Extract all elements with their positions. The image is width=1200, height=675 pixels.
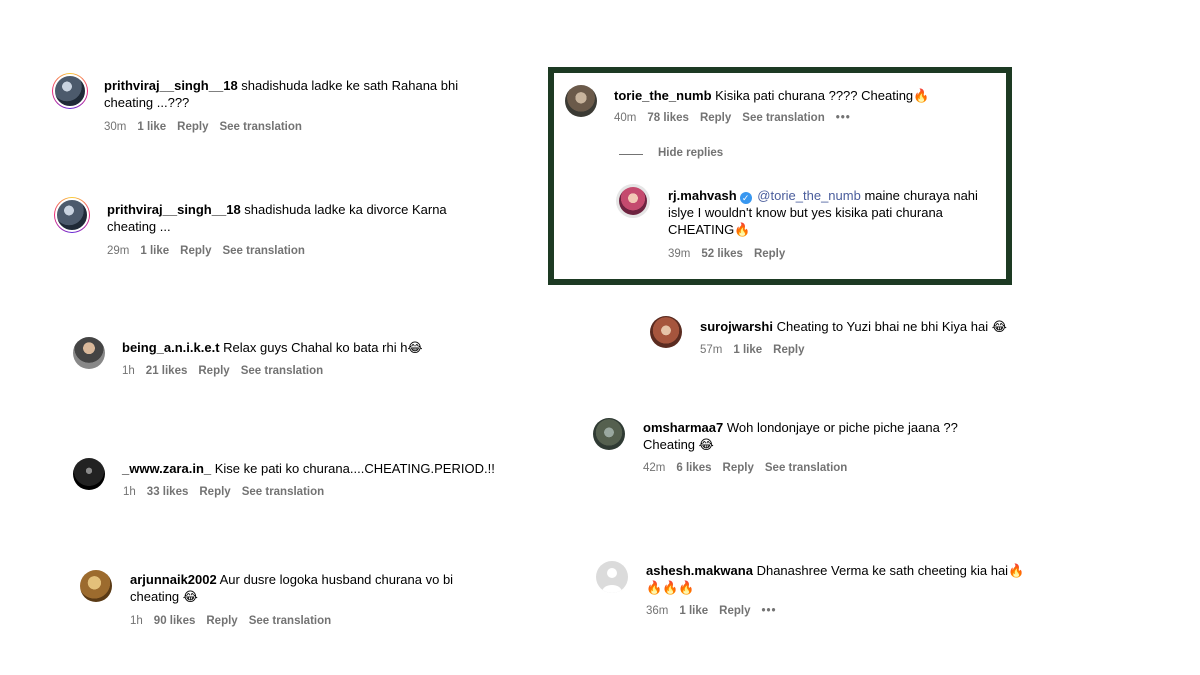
comment-time: 42m: [643, 462, 666, 474]
comment-body-2: 🔥🔥🔥: [646, 580, 695, 595]
see-translation-link[interactable]: See translation: [249, 615, 331, 627]
comment-text: omsharmaa7 Woh londonjaye or piche piche…: [643, 419, 993, 453]
reply-likes[interactable]: 52 likes: [701, 248, 743, 260]
comment-likes[interactable]: 6 likes: [676, 462, 711, 474]
comment-time: 57m: [700, 344, 723, 356]
comment-body: Cheating to Yuzi bhai ne bhi Kiya hai 😂: [776, 319, 1007, 334]
reply-body-3: CHEATING🔥: [668, 222, 751, 237]
comment-text: being_a.n.i.k.e.t Relax guys Chahal ko b…: [122, 339, 522, 356]
reply-text: rj.mahvash ✓ @torie_the_numb maine churay…: [668, 187, 998, 238]
comment-time: 1h: [130, 615, 143, 627]
comment-body: Kise ke pati ko churana....CHEATING.PERI…: [214, 461, 495, 476]
comment-meta: 1h 33 likes Reply See translation: [123, 486, 324, 498]
comment-username[interactable]: surojwarshi: [700, 319, 773, 334]
comment-meta: 40m 78 likes Reply See translation •••: [614, 112, 851, 124]
reply-body-1: maine churaya nahi: [864, 188, 978, 203]
reply-button[interactable]: Reply: [206, 615, 237, 627]
comment-text: torie_the_numb Kisika pati churana ???? …: [614, 87, 994, 104]
comment-time: 1h: [122, 365, 135, 377]
comment-text: prithviraj__singh__18 shadishuda ladke k…: [104, 77, 484, 111]
reply-button[interactable]: Reply: [180, 245, 211, 257]
see-translation-link[interactable]: See translation: [241, 365, 323, 377]
mention-link[interactable]: @torie_the_numb: [757, 188, 861, 203]
comment-likes[interactable]: 33 likes: [147, 486, 189, 498]
comment-likes[interactable]: 1 like: [733, 344, 762, 356]
divider: [619, 154, 643, 155]
comment-likes[interactable]: 1 like: [137, 121, 166, 133]
comment-body: Kisika pati churana ???? Cheating🔥: [715, 88, 930, 103]
comment-body: Dhanashree Verma ke sath cheeting kia ha…: [756, 563, 1025, 578]
reply-button[interactable]: Reply: [773, 344, 804, 356]
comment-username[interactable]: ashesh.makwana: [646, 563, 753, 578]
comment-time: 30m: [104, 121, 127, 133]
reply-button[interactable]: Reply: [199, 486, 230, 498]
comment-meta: 57m 1 like Reply: [700, 344, 804, 356]
avatar[interactable]: [593, 418, 625, 450]
see-translation-link[interactable]: See translation: [242, 486, 324, 498]
comment-time: 40m: [614, 112, 637, 124]
comment-meta: 29m 1 like Reply See translation: [107, 245, 305, 257]
avatar[interactable]: [650, 316, 682, 348]
comment-text: _www.zara.in_ Kise ke pati ko churana...…: [122, 460, 542, 477]
comment-body: Relax guys Chahal ko bata rhi h😂: [223, 340, 423, 355]
comment-text: surojwarshi Cheating to Yuzi bhai ne bhi…: [700, 318, 1100, 335]
comment-time: 29m: [107, 245, 130, 257]
reply-button[interactable]: Reply: [723, 462, 754, 474]
reply-button[interactable]: Reply: [754, 248, 785, 260]
avatar[interactable]: [616, 184, 650, 218]
verified-badge-icon: ✓: [739, 192, 752, 204]
comment-text: ashesh.makwana Dhanashree Verma ke sath …: [646, 562, 1066, 596]
comment-text: prithviraj__singh__18 shadishuda ladke k…: [107, 201, 467, 235]
comment-meta: 30m 1 like Reply See translation: [104, 121, 302, 133]
reply-button[interactable]: Reply: [177, 121, 208, 133]
see-translation-link[interactable]: See translation: [765, 462, 847, 474]
see-translation-link[interactable]: See translation: [742, 112, 824, 124]
comment-time: 1h: [123, 486, 136, 498]
avatar[interactable]: [73, 337, 105, 369]
comment-meta: 1h 21 likes Reply See translation: [122, 365, 323, 377]
reply-meta: 39m 52 likes Reply: [668, 248, 785, 260]
avatar[interactable]: [80, 570, 112, 602]
avatar[interactable]: [54, 197, 90, 233]
reply-body-2: islye I wouldn't know but yes kisika pat…: [668, 205, 943, 220]
comment-username[interactable]: being_a.n.i.k.e.t: [122, 340, 220, 355]
avatar[interactable]: [565, 85, 597, 117]
comment-likes[interactable]: 21 likes: [146, 365, 188, 377]
more-options-icon[interactable]: •••: [836, 112, 851, 124]
avatar[interactable]: [73, 458, 105, 490]
comment-username[interactable]: torie_the_numb: [614, 88, 712, 103]
comment-likes[interactable]: 1 like: [140, 245, 169, 257]
more-options-icon[interactable]: •••: [761, 605, 776, 617]
comment-meta: 42m 6 likes Reply See translation: [643, 462, 847, 474]
hide-replies-label[interactable]: Hide replies: [658, 147, 723, 159]
reply-time: 39m: [668, 248, 691, 260]
see-translation-link[interactable]: See translation: [219, 121, 301, 133]
default-avatar-icon[interactable]: [596, 561, 628, 593]
comment-meta: 36m 1 like Reply •••: [646, 605, 777, 617]
reply-username[interactable]: rj.mahvash: [668, 188, 737, 203]
comment-likes[interactable]: 78 likes: [647, 112, 689, 124]
comment-username[interactable]: _www.zara.in_: [122, 461, 211, 476]
comment-username[interactable]: prithviraj__singh__18: [104, 78, 238, 93]
see-translation-link[interactable]: See translation: [222, 245, 304, 257]
comment-meta: 1h 90 likes Reply See translation: [130, 615, 331, 627]
comment-username[interactable]: prithviraj__singh__18: [107, 202, 241, 217]
reply-button[interactable]: Reply: [700, 112, 731, 124]
comment-time: 36m: [646, 605, 669, 617]
comment-username[interactable]: omsharmaa7: [643, 420, 723, 435]
comment-likes[interactable]: 90 likes: [154, 615, 196, 627]
comment-username[interactable]: arjunnaik2002: [130, 572, 217, 587]
comment-likes[interactable]: 1 like: [679, 605, 708, 617]
reply-button[interactable]: Reply: [719, 605, 750, 617]
hide-replies-button[interactable]: Hide replies: [658, 147, 723, 159]
avatar[interactable]: [52, 73, 88, 109]
reply-button[interactable]: Reply: [198, 365, 229, 377]
comment-text: arjunnaik2002 Aur dusre logoka husband c…: [130, 571, 490, 605]
